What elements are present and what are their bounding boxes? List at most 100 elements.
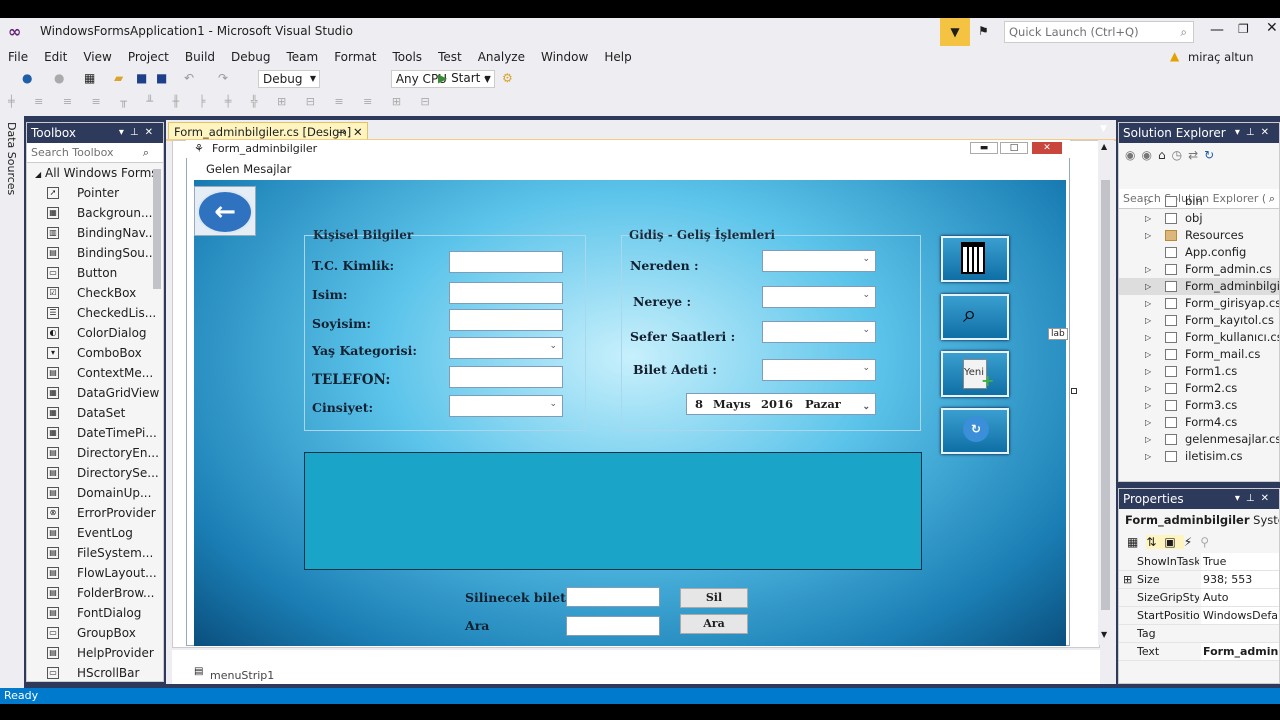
toolbox-item[interactable]: ⊗ ErrorProvider [27, 503, 163, 523]
expand-icon[interactable]: ▷ [1145, 295, 1151, 312]
bilet-adeti-select[interactable]: ⌄ [762, 359, 876, 381]
menu-test[interactable]: Test [430, 46, 470, 68]
solution-item[interactable]: ▷ Form_mail.cs [1119, 346, 1279, 363]
tab-form-design[interactable]: Form_adminbilgiler.cs [Design] ⊸ ✕ [168, 122, 368, 140]
solution-item[interactable]: App.config [1119, 244, 1279, 261]
toolbox-item[interactable]: ▦ DataGridView [27, 383, 163, 403]
expand-icon[interactable]: ▷ [1145, 261, 1151, 278]
telefon-input[interactable] [449, 366, 563, 388]
filter-icon[interactable]: ▼ [940, 18, 970, 46]
save-icon[interactable]: ■ [136, 71, 147, 85]
sync-icon[interactable]: ⇄ [1188, 148, 1204, 162]
undo-icon[interactable]: ↶ [184, 71, 194, 85]
menu-tools[interactable]: Tools [385, 46, 431, 68]
expand-icon[interactable]: ▷ [1145, 227, 1151, 244]
toolbox-item[interactable]: ▤ FlowLayout... [27, 563, 163, 583]
menu-edit[interactable]: Edit [36, 46, 75, 68]
expand-icon[interactable]: ▷ [1145, 193, 1151, 210]
solution-item[interactable]: ▷ Form_kullanıcı.cs [1119, 329, 1279, 346]
menu-help[interactable]: Help [596, 46, 639, 68]
sefer-saatleri-select[interactable]: ⌄ [762, 321, 876, 343]
new-project-icon[interactable]: ▦ [84, 71, 95, 85]
align-icons[interactable]: ╪ ≡ ≡ ≡ ╥ ╨ ╫ ╞ ╪ ╬ ⊞ ⊟ ≡ ≡ ⊞ ⊟ [8, 95, 438, 108]
toolbox-item[interactable]: ▭ HScrollBar [27, 663, 163, 683]
ara-button[interactable]: Ara [680, 614, 748, 634]
property-value[interactable]: 938; 553 [1201, 571, 1279, 588]
expand-icon[interactable]: ▷ [1145, 397, 1151, 414]
toolbox-item[interactable]: ▤ DirectorySe... [27, 463, 163, 483]
expand-icon[interactable]: ▷ [1145, 431, 1151, 448]
toolbox-item[interactable]: ▭ Button [27, 263, 163, 283]
solution-item[interactable]: ▷ Form_kayıtol.cs [1119, 312, 1279, 329]
start-button[interactable]: ▶ Start ▼ [438, 71, 490, 85]
solution-item[interactable]: ▷ obj [1119, 210, 1279, 227]
toolbox-item[interactable]: ▤ BindingSou... [27, 243, 163, 263]
toolbox-item[interactable]: ▦ DateTimePi... [27, 423, 163, 443]
cinsiyet-select[interactable]: ⌄ [449, 395, 563, 417]
properties-object-selector[interactable]: Form_adminbilgiler System. [1119, 509, 1279, 531]
expand-icon[interactable]: ▷ [1145, 363, 1151, 380]
toolbox-item[interactable]: ☑ CheckBox [27, 283, 163, 303]
toolbox-item[interactable]: ▾ ComboBox [27, 343, 163, 363]
solution-item[interactable]: ▷ Resources [1119, 227, 1279, 244]
expand-icon[interactable]: ▷ [1145, 210, 1151, 227]
silinecek-bilet-input[interactable] [566, 587, 660, 607]
refresh-icon[interactable]: ↻ [1204, 148, 1220, 162]
restore-button[interactable]: ❐ [1238, 22, 1249, 36]
property-row[interactable]: StartPositio WindowsDefa [1119, 607, 1279, 625]
toolbox-item[interactable]: ▤ FileSystem... [27, 543, 163, 563]
toolbox-item[interactable]: ▤ HelpProvider [27, 643, 163, 663]
tickets-datagrid[interactable] [304, 452, 922, 570]
save-all-icon[interactable]: ■ [156, 71, 167, 85]
solution-item[interactable]: ▷ Form_girisyap.cs [1119, 295, 1279, 312]
toolbox-item[interactable]: ▦ DataSet [27, 403, 163, 423]
history-icon[interactable]: ◷ [1172, 148, 1188, 162]
solution-item[interactable]: ▷ Form3.cs [1119, 397, 1279, 414]
minimize-button[interactable]: — [1210, 22, 1224, 38]
expand-icon[interactable]: ⊞ [1123, 571, 1132, 588]
categorized-icon[interactable]: ▦ [1127, 535, 1146, 549]
toolbox-item[interactable]: ▤ EventLog [27, 523, 163, 543]
panel-controls[interactable]: ▾⊥✕ [1235, 123, 1275, 143]
soyisim-input[interactable] [449, 309, 563, 331]
menu-team[interactable]: Team [278, 46, 326, 68]
forward-icon[interactable]: ◉ [1141, 148, 1157, 162]
browser-link-icon[interactable]: ⚙ [502, 71, 513, 85]
expand-icon[interactable]: ▷ [1145, 278, 1151, 295]
toolbox-search-input[interactable]: Search Toolbox ⌕ [27, 143, 163, 163]
menu-debug[interactable]: Debug [223, 46, 278, 68]
menu-file[interactable]: File [0, 46, 36, 68]
property-value[interactable]: WindowsDefa [1201, 607, 1279, 624]
solution-item[interactable]: ▷ Form_adminbilgi [1119, 278, 1279, 295]
toolbox-item[interactable]: ▤ FontDialog [27, 603, 163, 623]
solution-item[interactable]: ▷ gelenmesajlar.cs [1119, 431, 1279, 448]
date-picker[interactable]: 8 Mayıs 2016 Pazar ⌄ [686, 393, 876, 415]
new-ticket-button[interactable]: Yeni + [941, 351, 1009, 397]
toolbox-group-header[interactable]: ◢ All Windows Forms [27, 163, 163, 183]
properties-icon[interactable]: ▣ [1164, 535, 1184, 549]
data-sources-tab[interactable]: Data Sources [5, 122, 18, 195]
toolbox-item[interactable]: ◐ ColorDialog [27, 323, 163, 343]
solution-item[interactable]: ▷ Form4.cs [1119, 414, 1279, 431]
toolbox-item[interactable]: ▤ ContextMe... [27, 363, 163, 383]
menu-window[interactable]: Window [533, 46, 596, 68]
property-value[interactable]: Auto [1201, 589, 1279, 606]
tray-menustrip1[interactable]: menuStrip1 [210, 669, 274, 682]
toolbox-item[interactable]: ▦ Backgroun... [27, 203, 163, 223]
quick-launch-input[interactable]: Quick Launch (Ctrl+Q) ⌕ [1004, 21, 1194, 43]
ara-input[interactable] [566, 616, 660, 636]
toolbox-item[interactable]: ▤ FolderBrow... [27, 583, 163, 603]
toolbox-item[interactable]: ▥ BindingNav... [27, 223, 163, 243]
configuration-dropdown[interactable]: Debug ▼ [258, 70, 320, 88]
expand-icon[interactable]: ▷ [1145, 346, 1151, 363]
scroll-up-icon[interactable]: ▲ [1101, 142, 1107, 151]
property-row[interactable]: ShowInTask True [1119, 553, 1279, 571]
isim-input[interactable] [449, 282, 563, 304]
redo-icon[interactable]: ↷ [218, 71, 228, 85]
menu-gelen-mesajlar[interactable]: Gelen Mesajlar [206, 162, 291, 176]
panel-controls[interactable]: ▾⊥✕ [119, 123, 159, 143]
toolbox-item[interactable]: ▭ GroupBox [27, 623, 163, 643]
toolbox-item[interactable]: ▤ DomainUp... [27, 483, 163, 503]
back-button[interactable]: ← [194, 186, 256, 236]
menu-analyze[interactable]: Analyze [470, 46, 533, 68]
